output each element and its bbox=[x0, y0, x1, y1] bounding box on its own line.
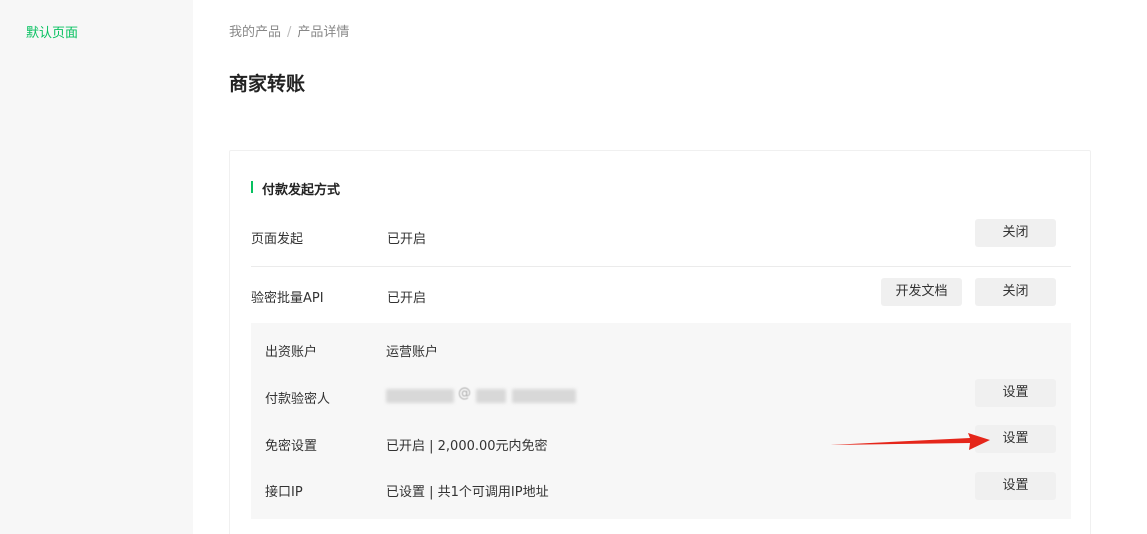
payment-method-card: 付款发起方式 页面发起 已开启 关闭 验密批量API 已开启 开发文档 关闭 出… bbox=[229, 150, 1091, 534]
row-divider bbox=[251, 266, 1071, 267]
page-initiation-close-button[interactable]: 关闭 bbox=[975, 219, 1056, 247]
password-free-set-button[interactable]: 设置 bbox=[975, 425, 1056, 453]
sidebar: 默认页面 bbox=[0, 0, 193, 534]
sidebar-item-default-page[interactable]: 默认页面 bbox=[26, 22, 78, 41]
email-at-sign: @ bbox=[458, 386, 471, 401]
payment-verifier-label: 付款验密人 bbox=[265, 392, 331, 407]
payment-verifier-email-masked: @ bbox=[386, 385, 592, 407]
interface-ip-label: 接口IP bbox=[265, 485, 303, 500]
password-free-value: 已开启 | 2,000.00元内免密 bbox=[386, 439, 548, 454]
batch-api-close-button[interactable]: 关闭 bbox=[975, 278, 1056, 306]
payment-verifier-set-button[interactable]: 设置 bbox=[975, 379, 1056, 407]
api-settings-panel: 出资账户 运营账户 付款验密人 @ 设置 免密设置 已开启 | 2,000.00… bbox=[251, 323, 1071, 519]
page-initiation-label: 页面发起 bbox=[251, 232, 304, 247]
page-title: 商家转账 bbox=[229, 73, 306, 95]
interface-ip-set-button[interactable]: 设置 bbox=[975, 472, 1056, 500]
dev-docs-button[interactable]: 开发文档 bbox=[881, 278, 962, 306]
page-initiation-status: 已开启 bbox=[387, 232, 427, 247]
breadcrumb-separator: / bbox=[287, 25, 292, 40]
breadcrumb-my-products[interactable]: 我的产品 bbox=[229, 25, 281, 40]
funding-account-label: 出资账户 bbox=[265, 345, 318, 360]
batch-api-label: 验密批量API bbox=[251, 291, 324, 306]
batch-api-status: 已开启 bbox=[387, 291, 427, 306]
breadcrumb: 我的产品 / 产品详情 bbox=[229, 21, 349, 40]
funding-account-value: 运营账户 bbox=[386, 345, 439, 360]
interface-ip-value: 已设置 | 共1个可调用IP地址 bbox=[386, 485, 549, 500]
password-free-label: 免密设置 bbox=[265, 439, 318, 454]
section-title: 付款发起方式 bbox=[251, 179, 340, 198]
breadcrumb-product-detail: 产品详情 bbox=[297, 25, 350, 40]
